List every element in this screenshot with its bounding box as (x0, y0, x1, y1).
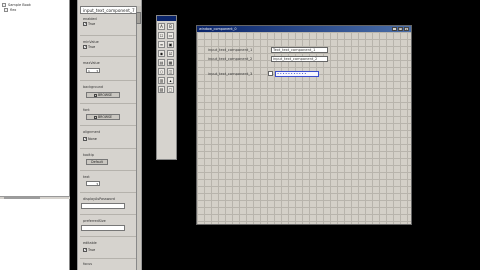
toolbox-tool-button[interactable]: ▣ (167, 41, 174, 48)
background-browse-label: BROWSE (97, 93, 113, 97)
color-swatch-icon (93, 93, 97, 97)
alignment-checkbox[interactable]: ✓ None (83, 137, 97, 141)
toolbox-tool-button[interactable]: ▤ (158, 59, 165, 66)
divider (80, 35, 140, 36)
prop-label-preferredsize: preferredSize (83, 219, 106, 223)
divider (80, 125, 140, 126)
text-select[interactable]: ▾ (86, 181, 100, 186)
background-browse-button[interactable]: BROWSE (86, 92, 120, 98)
divider (80, 148, 140, 149)
prop-label-displayaspassword: displayAsPassword (83, 197, 115, 201)
maxvalue-value: 1 (88, 68, 90, 73)
toolbox-tool-button[interactable]: ▢ (167, 86, 174, 93)
toolbox-tool-button[interactable]: A (158, 23, 165, 30)
form-label-3: input_text_component_3 (208, 72, 253, 76)
form-label-1: input_text_component_1 (208, 48, 253, 52)
prop-label-alignment: alignment (83, 130, 101, 134)
color-default-button[interactable]: Default (86, 159, 108, 165)
toolbox-tool-button[interactable]: ▴ (167, 77, 174, 84)
checkmark-icon: ✓ (83, 137, 87, 141)
divider (80, 170, 140, 171)
divider (80, 192, 140, 193)
minvalue-value: True (88, 45, 96, 49)
maxvalue-stepper[interactable]: 1 ▾ (86, 68, 100, 73)
checkmark-icon: ✓ (83, 45, 87, 49)
displayaspassword-input[interactable] (81, 203, 125, 209)
editable-value: True (88, 248, 96, 252)
enabled-value: True (88, 22, 96, 26)
toolbox-tool-button[interactable]: B (167, 23, 174, 30)
prop-label-tooltip: tooltip (83, 153, 94, 157)
enabled-checkbox[interactable]: ✓ True (83, 22, 95, 26)
properties-scroll-thumb[interactable] (136, 12, 141, 24)
designer-title: window_component_0 (199, 27, 237, 31)
toolbox-tool-button[interactable]: ▥ (158, 77, 165, 84)
font-browse-label: BROWSE (97, 115, 113, 119)
toolbox-tool-button[interactable]: ☐ (158, 32, 165, 39)
form-label-2: input_text_component_2 (208, 57, 253, 61)
checkmark-icon: ✓ (83, 248, 87, 252)
divider (80, 56, 140, 57)
prop-label-font: font (83, 108, 90, 112)
toolbox-titlebar[interactable] (157, 16, 176, 21)
project-tree: Sample Book flex (0, 0, 70, 270)
minvalue-checkbox[interactable]: ✓ True (83, 45, 95, 49)
file-icon (4, 7, 8, 12)
toolbox-tool-button[interactable]: ◉ (158, 50, 165, 57)
toolbox-tool-button[interactable]: ≡ (158, 41, 165, 48)
prop-label-focus: focus (83, 262, 93, 266)
prop-label-minvalue: minValue (83, 40, 99, 44)
prop-label-text: text (83, 175, 90, 179)
toolbox-tool-button[interactable]: ◫ (167, 68, 174, 75)
component-name-value: input_text_component_7 (83, 7, 135, 13)
divider (80, 103, 140, 104)
chevron-down-icon: ▾ (96, 181, 98, 186)
prop-label-editable: editable (83, 241, 97, 245)
tree-item-flex[interactable]: flex (4, 7, 16, 12)
divider (80, 258, 140, 259)
alignment-value: None (88, 137, 97, 141)
divider (80, 80, 140, 81)
font-swatch-icon (93, 115, 97, 119)
checkmark-icon: ✓ (83, 22, 87, 26)
tree-item-label: flex (10, 7, 17, 12)
toolbox-tool-button[interactable]: ○ (158, 68, 165, 75)
chevron-down-icon: ▾ (96, 68, 98, 73)
prop-label-background: background (83, 85, 104, 89)
form-text-field-1[interactable]: Text_text_component_1 (271, 47, 328, 53)
minimize-icon[interactable]: _ (392, 27, 397, 31)
tree-item-label: Sample Book (8, 2, 31, 7)
toolbox-tool-button[interactable]: ▦ (167, 59, 174, 66)
divider (80, 236, 140, 237)
font-browse-button[interactable]: BROWSE (86, 114, 120, 120)
window-controls: _ □ × (392, 27, 409, 31)
toolbox-tool-button[interactable]: ▧ (158, 86, 165, 93)
prop-label-maxvalue: maxValue (83, 61, 100, 65)
color-default-label: Default (91, 160, 103, 164)
editable-checkbox[interactable]: ✓ True (83, 248, 95, 252)
component-name-field[interactable]: input_text_component_7 (80, 6, 140, 14)
tree-horizontal-scrollbar[interactable] (0, 196, 70, 199)
toolbox-tool-button[interactable]: ☑ (167, 50, 174, 57)
form-password-field[interactable]: ••••••••••• (275, 71, 319, 77)
close-icon[interactable]: × (404, 27, 409, 31)
folder-icon (2, 2, 6, 7)
toolbox-tool-button[interactable]: ▭ (167, 32, 174, 39)
properties-panel: input_text_component_7 enabled ✓ True mi… (77, 0, 142, 270)
divider (80, 214, 140, 215)
form-text-field-2[interactable]: input_text_component_2 (271, 56, 328, 62)
prop-label-enabled: enabled (83, 17, 97, 21)
preferredsize-input[interactable] (81, 225, 125, 231)
maximize-icon[interactable]: □ (398, 27, 403, 31)
properties-scrollbar[interactable] (136, 6, 141, 270)
form-checkbox[interactable] (268, 71, 273, 76)
